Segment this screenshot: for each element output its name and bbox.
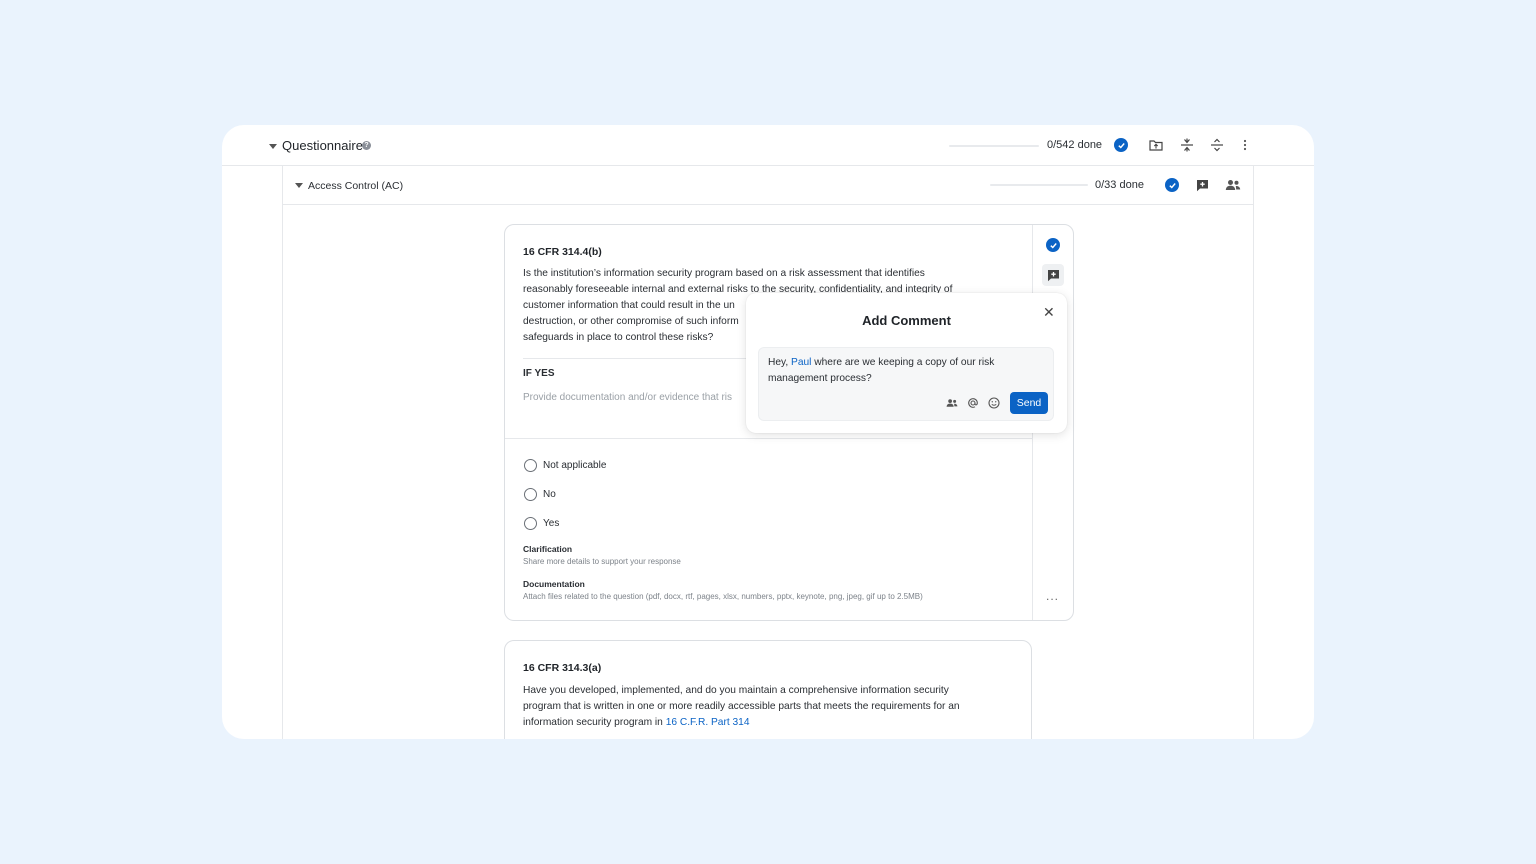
- question-text-line: safeguards in place to control these ris…: [523, 332, 714, 343]
- comment-text[interactable]: Hey, Paul where are we keeping a copy of…: [768, 355, 1038, 387]
- question-code: 16 CFR 314.4(b): [523, 246, 602, 258]
- radio-button[interactable]: [524, 517, 537, 530]
- add-comment-icon: [1047, 269, 1060, 282]
- if-yes-label: IF YES: [523, 368, 555, 379]
- more-options-icon[interactable]: ...: [1046, 589, 1059, 603]
- check-circle-icon[interactable]: [1165, 178, 1179, 192]
- question-code: 16 CFR 314.3(a): [523, 662, 602, 674]
- more-vertical-icon[interactable]: [1240, 138, 1250, 152]
- add-comment-button[interactable]: [1042, 264, 1064, 286]
- question-text-line: program that is written in one or more r…: [523, 701, 960, 712]
- send-button[interactable]: Send: [1010, 392, 1048, 414]
- documentation-label: Documentation: [523, 579, 585, 589]
- collapse-caret-icon[interactable]: [269, 144, 277, 149]
- question-text-line: customer information that could result i…: [523, 300, 735, 311]
- divider: [523, 358, 753, 359]
- section-progress-bar: [990, 184, 1088, 186]
- question-card: 16 CFR 314.3(a) Have you developed, impl…: [504, 640, 1032, 739]
- section-progress-label: 0/33 done: [1095, 179, 1144, 191]
- emoji-icon[interactable]: [988, 397, 1000, 409]
- popup-title: Add Comment: [862, 313, 951, 328]
- regulation-link[interactable]: 16 C.F.R. Part 314: [666, 717, 750, 728]
- questionnaire-panel: Questionnaire ? 0/542 done Access Contro…: [222, 125, 1314, 739]
- section-header: Access Control (AC) 0/33 done: [283, 166, 1253, 205]
- radio-button[interactable]: [524, 459, 537, 472]
- option-label: Not applicable: [543, 460, 607, 471]
- question-text-line: Is the institution’s information securit…: [523, 268, 925, 279]
- add-comment-icon[interactable]: [1194, 178, 1210, 192]
- option-no[interactable]: No: [524, 488, 556, 501]
- questionnaire-progress-bar: [949, 145, 1039, 147]
- comment-text-fragment: Hey,: [768, 357, 792, 368]
- collapse-all-icon[interactable]: [1179, 138, 1195, 152]
- assign-users-icon[interactable]: [946, 397, 958, 409]
- check-circle-icon[interactable]: [1046, 238, 1060, 252]
- option-yes[interactable]: Yes: [524, 517, 559, 530]
- user-mention[interactable]: Paul: [791, 357, 811, 368]
- question-text-fragment: information security program in: [523, 717, 666, 728]
- question-text-line: destruction, or other compromise of such…: [523, 316, 739, 327]
- questionnaire-header: Questionnaire ? 0/542 done: [222, 125, 1314, 166]
- option-not-applicable[interactable]: Not applicable: [524, 459, 606, 472]
- expand-all-icon[interactable]: [1209, 138, 1225, 152]
- divider: [505, 438, 1032, 439]
- folder-upload-icon[interactable]: [1148, 138, 1164, 152]
- option-label: No: [543, 489, 556, 500]
- at-mention-icon[interactable]: [967, 397, 979, 409]
- page-title: Questionnaire: [282, 138, 363, 153]
- comment-text-fragment: management process?: [768, 373, 872, 384]
- comment-text-fragment: where are we keeping a copy of our risk: [811, 357, 995, 368]
- question-text-line: Have you developed, implemented, and do …: [523, 685, 949, 696]
- help-icon[interactable]: ?: [362, 141, 371, 150]
- questionnaire-progress-label: 0/542 done: [1047, 139, 1103, 151]
- section-collapse-caret-icon[interactable]: [295, 183, 303, 188]
- comment-input[interactable]: Hey, Paul where are we keeping a copy of…: [758, 347, 1054, 421]
- check-circle-icon[interactable]: [1114, 138, 1128, 152]
- clarification-label: Clarification: [523, 544, 573, 554]
- clarification-field[interactable]: Share more details to support your respo…: [523, 557, 681, 566]
- close-icon[interactable]: ✕: [1043, 304, 1055, 321]
- option-label: Yes: [543, 518, 560, 529]
- add-comment-popup: Add Comment ✕ Hey, Paul where are we kee…: [746, 293, 1067, 433]
- documentation-upload[interactable]: Attach files related to the question (pd…: [523, 592, 923, 601]
- question-text-line: information security program in 16 C.F.R…: [523, 715, 750, 731]
- section-title: Access Control (AC): [308, 180, 404, 192]
- assign-users-icon[interactable]: [1224, 178, 1242, 192]
- radio-button[interactable]: [524, 488, 537, 501]
